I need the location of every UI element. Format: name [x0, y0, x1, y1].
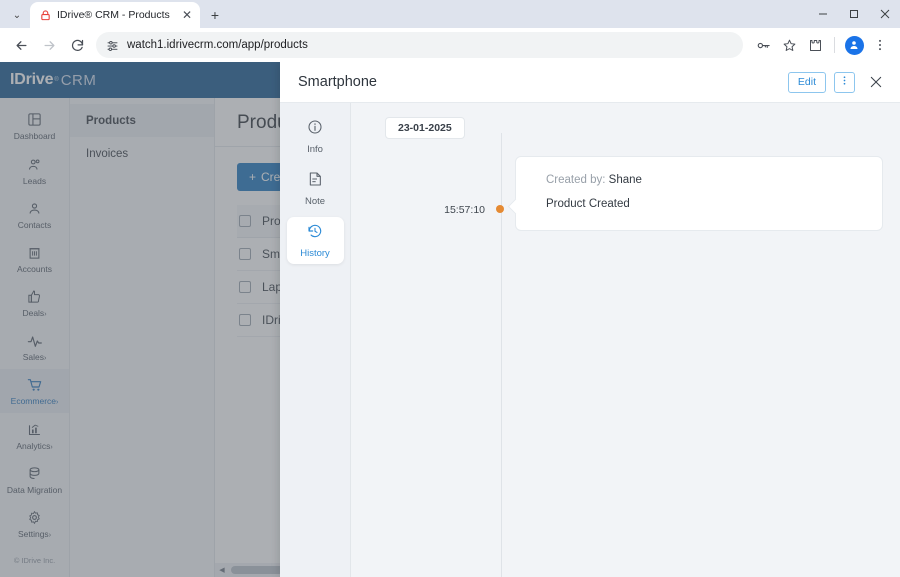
- close-icon[interactable]: ✕: [180, 9, 194, 21]
- new-tab-button[interactable]: +: [203, 3, 227, 27]
- browser-titlebar: ⌄ IDrive® CRM - Products ✕ +: [0, 0, 900, 28]
- puzzle-icon[interactable]: [803, 33, 827, 57]
- created-by-row: Created by: Shane: [546, 174, 860, 186]
- tab-title: IDrive® CRM - Products: [57, 9, 170, 21]
- panel-header: Smartphone Edit: [280, 62, 900, 103]
- history-timeline: 23-01-2025 15:57:10 Created by: Shane Pr…: [351, 103, 900, 577]
- url-text: watch1.idrivecrm.com/app/products: [127, 39, 308, 51]
- tab-info[interactable]: Info: [287, 113, 344, 160]
- back-button[interactable]: [8, 32, 34, 58]
- kebab-icon: [839, 73, 850, 91]
- tune-icon[interactable]: [106, 39, 119, 52]
- minimize-button[interactable]: [807, 0, 838, 28]
- product-detail-panel: Smartphone Edit Info Note History 23-01-…: [280, 62, 900, 577]
- browser-toolbar: watch1.idrivecrm.com/app/products: [0, 28, 900, 62]
- tab-label: History: [300, 247, 330, 259]
- panel-more-menu-button[interactable]: [834, 71, 855, 93]
- key-icon[interactable]: [751, 33, 775, 57]
- tab-list-chevron-icon[interactable]: ⌄: [4, 4, 30, 26]
- panel-tabs: Info Note History: [280, 103, 351, 577]
- tab-label: Note: [304, 195, 326, 207]
- address-bar[interactable]: watch1.idrivecrm.com/app/products: [96, 32, 743, 58]
- window-controls: [807, 0, 900, 28]
- timeline-entry: 15:57:10 Created by: Shane Product Creat…: [377, 156, 883, 231]
- history-action: Product Created: [546, 198, 630, 210]
- tab-history[interactable]: History: [286, 217, 344, 264]
- browser-window: ⌄ IDrive® CRM - Products ✕ + watch1.idri…: [0, 0, 900, 577]
- forward-button[interactable]: [36, 32, 62, 58]
- history-icon: [307, 223, 323, 244]
- timeline-dot: [496, 205, 504, 213]
- timeline-date-pill: 23-01-2025: [385, 117, 465, 139]
- toolbar-divider: [834, 37, 835, 53]
- toolbar-icons: [751, 33, 892, 57]
- tab-note[interactable]: Note: [287, 165, 344, 212]
- info-icon: [307, 119, 323, 140]
- timeline-time: 15:57:10: [444, 204, 485, 216]
- browser-menu-icon[interactable]: [868, 33, 892, 57]
- timeline-card: Created by: Shane Product Created: [515, 156, 883, 231]
- star-icon[interactable]: [777, 33, 801, 57]
- panel-body: Info Note History 23-01-2025 15:57:10 Cr…: [280, 103, 900, 577]
- created-by-label: Created by:: [546, 174, 606, 186]
- avatar-icon[interactable]: [842, 33, 866, 57]
- note-icon: [307, 171, 323, 192]
- reload-button[interactable]: [64, 32, 90, 58]
- edit-button[interactable]: Edit: [787, 71, 826, 93]
- maximize-button[interactable]: [838, 0, 869, 28]
- browser-tab[interactable]: IDrive® CRM - Products ✕: [30, 2, 200, 28]
- tab-label: Info: [307, 143, 323, 155]
- close-window-button[interactable]: [869, 0, 900, 28]
- lock-icon: [39, 9, 51, 21]
- panel-title: Smartphone: [298, 74, 377, 90]
- page-viewport: IDrive ® CRM Dashboard: [0, 62, 900, 577]
- created-by-value: Shane: [608, 174, 642, 186]
- panel-close-button[interactable]: [866, 72, 886, 92]
